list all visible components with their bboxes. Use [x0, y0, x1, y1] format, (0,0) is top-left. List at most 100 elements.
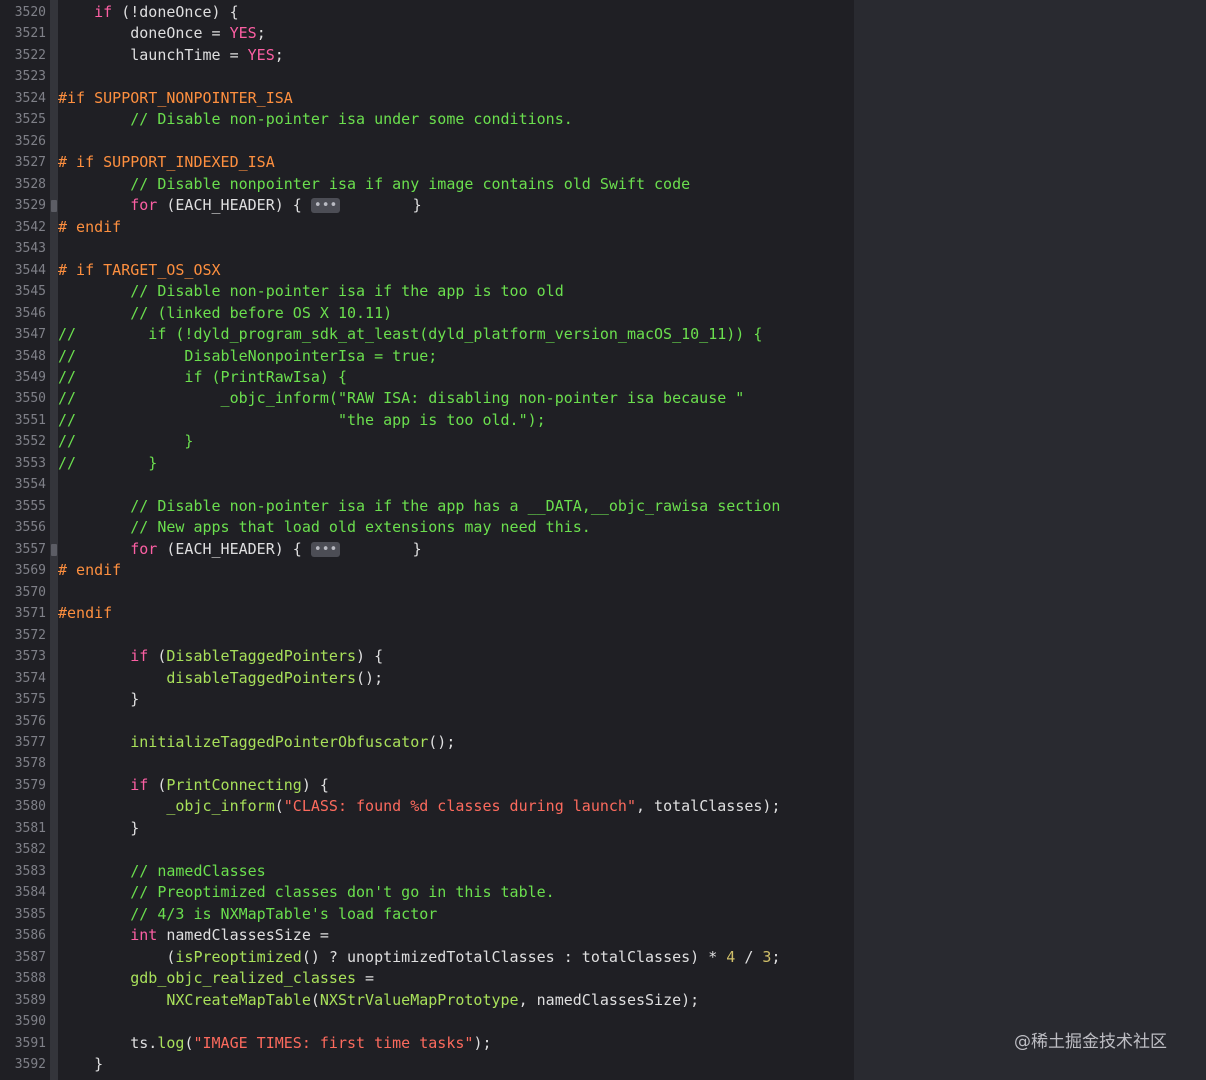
- line-number: 3576: [14, 713, 46, 729]
- code-token: if: [130, 647, 149, 666]
- line-number: 3586: [14, 928, 46, 944]
- code-token: // if (PrintRawIsa) {: [58, 367, 347, 386]
- code-token: // 4/3 is NXMapTable's load factor: [58, 904, 438, 923]
- code-token: # if TARGET_OS_OSX: [58, 260, 221, 279]
- code-line: }: [58, 818, 139, 839]
- code-token: # if SUPPORT_INDEXED_ISA: [58, 153, 275, 172]
- code-token: #if SUPPORT_NONPOINTER_ISA: [58, 88, 293, 107]
- code-text-area[interactable]: if (!doneOnce) { doneOnce = YES; launchT…: [58, 0, 854, 1080]
- code-token: (: [274, 797, 284, 816]
- code-token: (EACH_HEADER) {: [157, 196, 311, 215]
- line-number: 3547: [14, 327, 46, 343]
- code-line: (isPreoptimized() ? unoptimizedTotalClas…: [58, 947, 780, 968]
- code-token: }: [340, 539, 422, 558]
- line-number: 3550: [14, 391, 46, 407]
- line-number: 3581: [14, 820, 46, 836]
- folded-code-button[interactable]: •••: [310, 198, 341, 214]
- code-token: "CLASS: found %d classes during launch": [283, 797, 636, 816]
- line-number: 3590: [14, 1014, 46, 1030]
- line-number: 3587: [14, 949, 46, 965]
- line-number: 3522: [14, 47, 46, 63]
- code-line: // Disable nonpointer isa if any image c…: [58, 174, 690, 195]
- line-number: 3551: [14, 412, 46, 428]
- line-number: 3553: [14, 455, 46, 471]
- code-token: // Preoptimized classes don't go in this…: [58, 883, 555, 902]
- code-line: ts.log("IMAGE TIMES: first time tasks");: [58, 1033, 491, 1054]
- code-token: disableTaggedPointers: [166, 668, 357, 687]
- editor-empty-area: [854, 0, 1206, 1080]
- code-token: gdb_objc_realized_classes: [58, 969, 357, 988]
- code-token: (: [310, 990, 320, 1009]
- code-token: isPreoptimized: [175, 947, 302, 966]
- line-number: 3549: [14, 369, 46, 385]
- code-token: ;: [771, 947, 781, 966]
- code-token: "IMAGE TIMES: first time tasks": [193, 1033, 474, 1052]
- code-token: /: [735, 947, 763, 966]
- folded-code-button[interactable]: •••: [310, 541, 341, 557]
- line-number: 3520: [14, 5, 46, 20]
- code-token: launchTime =: [58, 45, 248, 64]
- code-token: ) {: [301, 775, 329, 794]
- code-line: # if SUPPORT_INDEXED_ISA: [58, 152, 275, 173]
- line-number: 3578: [14, 756, 46, 772]
- code-line: initializeTaggedPointerObfuscator();: [58, 732, 455, 753]
- code-token: , totalClasses);: [635, 797, 781, 816]
- line-number: 3569: [14, 563, 46, 579]
- code-token: (!doneOnce) {: [112, 3, 239, 21]
- code-line: if (DisableTaggedPointers) {: [58, 646, 383, 667]
- code-token: PrintConnecting: [166, 775, 302, 794]
- code-token: YES: [229, 24, 257, 43]
- line-number: 3523: [14, 69, 46, 85]
- line-number: 3521: [14, 26, 46, 42]
- code-token: }: [340, 196, 422, 215]
- line-number: 3577: [14, 734, 46, 750]
- code-line: launchTime = YES;: [58, 45, 284, 66]
- line-number: 3545: [14, 284, 46, 300]
- code-token: ;: [256, 24, 266, 43]
- line-number: 3556: [14, 520, 46, 536]
- code-folding-ribbon[interactable]: [50, 0, 58, 1080]
- line-number: 3548: [14, 348, 46, 364]
- code-editor[interactable]: 3520 3521 3522 3523 3524 3525 3526 3527 3528 3529…: [0, 0, 1206, 1080]
- code-token: , namedClassesSize);: [518, 990, 700, 1009]
- code-token: namedClassesSize =: [157, 926, 329, 945]
- line-number: 3572: [14, 627, 46, 643]
- code-line: // namedClasses: [58, 861, 265, 882]
- code-token: ) {: [356, 647, 384, 666]
- code-line: _objc_inform("CLASS: found %d classes du…: [58, 796, 780, 817]
- code-line: // 4/3 is NXMapTable's load factor: [58, 904, 437, 925]
- code-line: // New apps that load old extensions may…: [58, 517, 591, 538]
- code-token: // Disable nonpointer isa if any image c…: [58, 174, 691, 193]
- code-line: for (EACH_HEADER) { ••• }: [58, 539, 422, 560]
- line-number: 3571: [14, 606, 46, 622]
- code-line: // Disable non-pointer isa under some co…: [58, 109, 573, 130]
- line-number: 3546: [14, 305, 46, 321]
- fold-disclosure-icon[interactable]: [51, 200, 57, 213]
- code-token: _objc_inform: [166, 797, 275, 816]
- line-number: 3591: [14, 1035, 46, 1051]
- code-token: }: [58, 1055, 104, 1074]
- code-token: for: [130, 196, 158, 215]
- line-number: 3542: [14, 219, 46, 235]
- code-token: // _objc_inform("RAW ISA: disabling non-…: [58, 389, 745, 408]
- line-number: 3570: [14, 584, 46, 600]
- code-token: =: [356, 969, 375, 988]
- code-line: // }: [58, 431, 193, 452]
- code-line: # endif: [58, 560, 121, 581]
- line-number: 3557: [14, 541, 46, 557]
- line-number: 3583: [14, 863, 46, 879]
- code-token: ts.: [58, 1033, 158, 1052]
- line-number: 3554: [14, 477, 46, 493]
- code-token: if: [94, 3, 113, 21]
- code-token: // "the app is too old.");: [58, 410, 546, 429]
- line-number-gutter: 3520 3521 3522 3523 3524 3525 3526 3527 3528 3529…: [0, 0, 50, 1080]
- code-token: NXStrValueMapPrototype: [319, 990, 519, 1009]
- fold-disclosure-icon[interactable]: [51, 543, 57, 556]
- code-token: // Disable non-pointer isa if the app ha…: [58, 496, 781, 515]
- code-token: ();: [356, 668, 384, 687]
- code-line: gdb_objc_realized_classes =: [58, 968, 374, 989]
